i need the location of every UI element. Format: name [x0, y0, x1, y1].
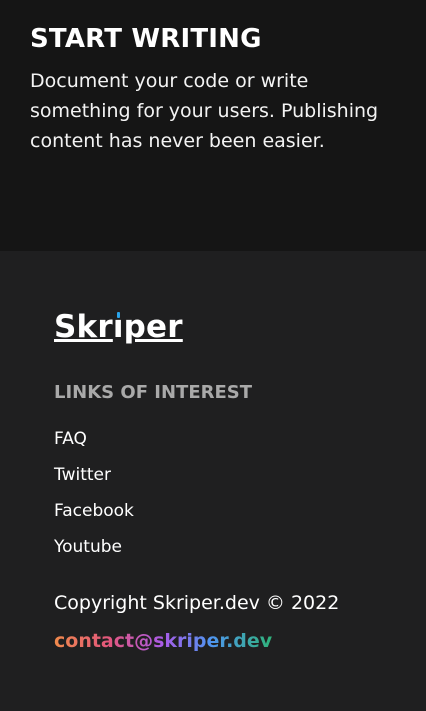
hero-title: START WRITING	[30, 24, 262, 54]
list-item: Youtube	[54, 534, 134, 570]
facebook-link[interactable]: Facebook	[54, 501, 134, 521]
links-of-interest-heading: LINKS OF INTEREST	[54, 382, 253, 403]
twitter-link[interactable]: Twitter	[54, 465, 111, 485]
list-item: Facebook	[54, 498, 134, 534]
logo-text-end: per	[123, 309, 183, 345]
contact-email-link[interactable]: contact@skriper.dev	[54, 627, 272, 655]
site-footer: Skrı per LINKS OF INTEREST FAQ Twitter Fa…	[0, 251, 426, 711]
faq-link[interactable]: FAQ	[54, 429, 87, 449]
list-item: Twitter	[54, 462, 134, 498]
logo-text-start: Skr	[54, 309, 113, 345]
links-list: FAQ Twitter Facebook Youtube	[54, 426, 134, 570]
list-item: FAQ	[54, 426, 134, 462]
youtube-link[interactable]: Youtube	[54, 537, 122, 557]
logo-letter-i: ı	[112, 309, 124, 345]
skriper-logo[interactable]: Skrı per	[54, 308, 183, 346]
logo-blue-dot-icon	[117, 312, 121, 318]
hero-description: Document your code or write something fo…	[30, 70, 379, 152]
copyright-text: Copyright Skriper.dev © 2022	[54, 592, 340, 614]
hero-section: START WRITING Document your code or writ…	[0, 0, 426, 251]
